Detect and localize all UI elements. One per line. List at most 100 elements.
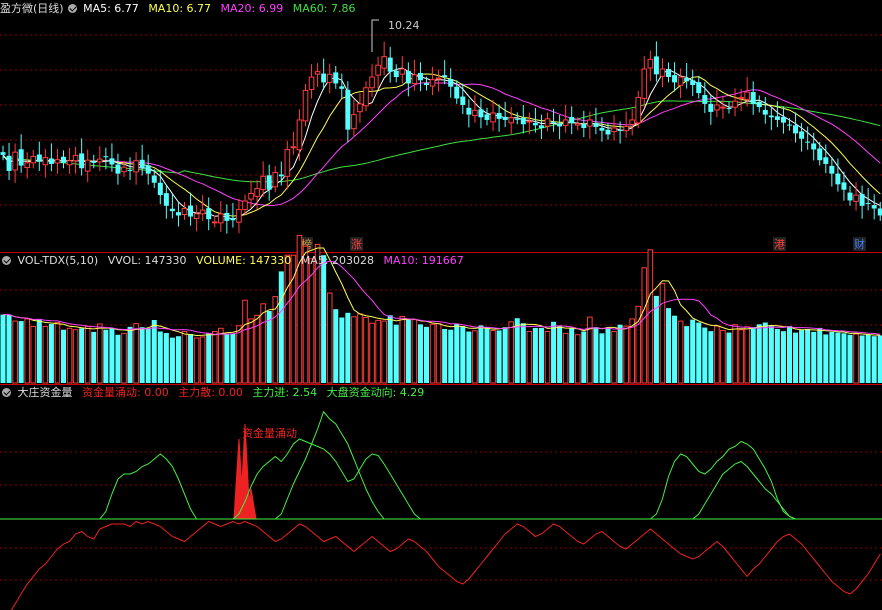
candle-down xyxy=(387,57,393,72)
candle-up xyxy=(732,100,738,108)
candle-up xyxy=(526,120,533,123)
volume-bar-up xyxy=(12,320,18,384)
volume-bar-down xyxy=(551,321,557,383)
high-marker-flag xyxy=(371,19,379,52)
candle-up xyxy=(66,160,73,166)
volume-bar-down xyxy=(805,329,811,383)
volume-bar-down xyxy=(666,308,671,383)
vol-ma5-label: MA5: 203028 xyxy=(300,254,375,267)
volume-bar-up xyxy=(181,331,188,384)
volume-bar-down xyxy=(169,337,175,383)
volume-bar-up xyxy=(218,327,224,384)
volume-bar-up xyxy=(97,323,103,384)
volume-bar-up xyxy=(260,303,266,384)
settings-gear-icon[interactable] xyxy=(67,4,77,13)
volume-bar-down xyxy=(339,317,345,383)
volume-bar-up xyxy=(641,267,648,384)
volume-bar-up xyxy=(54,322,61,384)
volume-bar-up xyxy=(72,329,79,384)
volume-bar-down xyxy=(424,326,429,383)
candle-up xyxy=(24,162,30,168)
candle-up xyxy=(411,74,418,84)
volume-bar-down xyxy=(151,320,157,383)
volume-bar-down xyxy=(466,331,472,383)
volume-bar-down xyxy=(163,332,169,383)
volume-bar-down xyxy=(484,327,490,383)
candle-down xyxy=(841,182,847,190)
candle-up xyxy=(435,77,442,80)
volume-bar-up xyxy=(369,322,375,384)
volume-header: VOL-TDX(5,10) VVOL: 147330 VOLUME: 14733… xyxy=(0,254,470,268)
candle-up xyxy=(381,56,387,69)
candle-up xyxy=(357,103,363,113)
volume-bar-up xyxy=(236,325,242,384)
candle-down xyxy=(139,159,145,169)
candle-up xyxy=(635,96,642,124)
volume-bar-down xyxy=(478,325,484,383)
candle-down xyxy=(454,86,460,99)
candle-down xyxy=(224,212,230,221)
volume-bar-down xyxy=(538,327,544,383)
candle-down xyxy=(787,124,792,126)
candle-down xyxy=(514,118,520,120)
candle-down xyxy=(405,70,411,84)
volume-bar-up xyxy=(363,316,369,384)
candle-down xyxy=(36,154,42,162)
candle-up xyxy=(133,160,139,173)
candle-down xyxy=(871,205,877,209)
volume-bar-down xyxy=(127,326,133,383)
candle-up xyxy=(544,118,551,127)
volume-bar-down xyxy=(139,327,145,383)
volume-settings-icon[interactable] xyxy=(2,256,11,265)
candle-up xyxy=(429,79,436,87)
volume-bar-down xyxy=(532,327,538,383)
volume-bar-down xyxy=(48,323,54,383)
volume-bar-up xyxy=(24,318,30,384)
candle-up xyxy=(12,151,18,171)
volume-bar-down xyxy=(109,328,115,383)
volume-bar-down xyxy=(593,327,599,383)
volume-bar-down xyxy=(702,327,708,383)
volume-bar-up xyxy=(472,330,478,384)
volume-bar-down xyxy=(36,318,42,383)
volume-bar-down xyxy=(448,329,454,383)
candle-up xyxy=(399,68,406,75)
volume-bar-down xyxy=(224,334,230,383)
volume-bar-down xyxy=(520,323,526,383)
volume-bar-up xyxy=(587,316,593,384)
volume-bar-down xyxy=(871,336,877,383)
candle-up xyxy=(375,64,381,76)
candle-down xyxy=(127,170,133,172)
volume-bar-up xyxy=(375,319,381,384)
volume-bar-down xyxy=(175,336,181,383)
volume-bar-down xyxy=(115,334,121,383)
volume-bar-down xyxy=(841,333,847,383)
candle-down xyxy=(91,161,97,163)
candle-up xyxy=(369,76,375,89)
candle-down xyxy=(702,95,708,104)
candle-up xyxy=(272,172,279,188)
volume-bar-down xyxy=(145,328,151,383)
candle-down xyxy=(339,86,345,89)
candle-down xyxy=(859,194,865,206)
volume-bar-up xyxy=(211,331,218,384)
candle-down xyxy=(823,157,829,164)
candle-down xyxy=(569,117,575,124)
volume-bar-down xyxy=(266,311,272,383)
candle-up xyxy=(853,194,859,202)
volume-bar-down xyxy=(865,334,871,383)
candle-down xyxy=(708,103,714,112)
vvol-label: VVOL: 147330 xyxy=(107,254,187,267)
candle-up xyxy=(363,87,369,107)
candle-up xyxy=(260,175,266,191)
volume-bar-up xyxy=(84,325,91,384)
candle-down xyxy=(780,117,786,123)
candle-down xyxy=(230,217,236,221)
candle-down xyxy=(448,78,454,87)
volume-bar-down xyxy=(0,314,6,383)
volume-bar-down xyxy=(417,324,423,383)
volume-bar-down xyxy=(817,327,823,383)
fund-settings-icon[interactable] xyxy=(2,388,11,397)
volume-bar-down xyxy=(278,271,284,383)
volume-bar-down xyxy=(557,326,563,383)
